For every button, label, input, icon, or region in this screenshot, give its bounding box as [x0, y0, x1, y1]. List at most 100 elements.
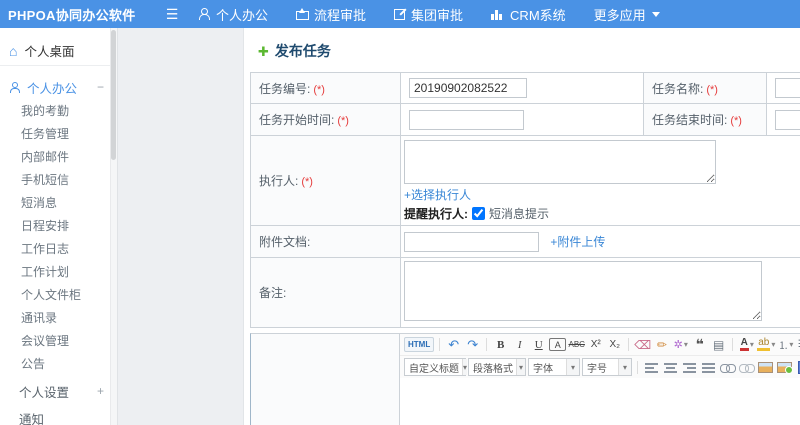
end-time-label-cell: 任务结束时间: (*) — [643, 103, 767, 136]
task-content-label-cell — [250, 333, 400, 425]
format-brush-icon[interactable]: ✏ — [653, 336, 670, 353]
sidebar-item-internal-mail[interactable]: 内部邮件 — [0, 146, 117, 169]
top-menu-group-approval[interactable]: 集团审批 — [394, 5, 463, 24]
undo-icon[interactable]: ↶ — [445, 336, 462, 353]
align-right-button[interactable] — [681, 359, 698, 376]
insert-image-button[interactable] — [757, 359, 774, 376]
subscript-button[interactable]: X₂ — [606, 336, 623, 353]
caret-down-icon: ▾ — [618, 359, 631, 375]
bold-button[interactable]: B — [492, 336, 509, 353]
required-mark: (*) — [301, 176, 313, 188]
redo-icon[interactable]: ↷ — [464, 336, 481, 353]
required-mark: (*) — [730, 115, 742, 127]
unlink-icon — [739, 363, 755, 373]
sidebar-item-notice[interactable]: 通知 — [0, 406, 117, 425]
image-upload-icon — [777, 361, 793, 374]
upload-image-button[interactable] — [776, 359, 793, 376]
sidebar-item-work-log[interactable]: 工作日志 — [0, 238, 117, 261]
end-time-input[interactable] — [775, 109, 800, 130]
attachment-value-cell: +附件上传 — [400, 225, 800, 258]
sms-tip-checkbox[interactable] — [472, 207, 485, 220]
top-menu-personal-office[interactable]: 个人办公 — [198, 5, 268, 24]
sidebar-group-personal-office[interactable]: 个人办公 − — [0, 74, 117, 100]
attachment-input[interactable] — [404, 232, 539, 252]
sidebar-item-task-management[interactable]: 任务管理 — [0, 123, 117, 146]
align-center-button[interactable] — [662, 359, 679, 376]
sidebar-item-announcement[interactable]: 公告 — [0, 353, 117, 376]
sms-tip-label: 短消息提示 — [489, 207, 550, 221]
font-background-button[interactable]: A — [549, 338, 567, 351]
underline-button[interactable]: U — [530, 336, 547, 353]
insert-link-button[interactable] — [719, 359, 736, 376]
caret-down-icon: ▾ — [789, 340, 794, 349]
font-size-select[interactable]: 字号 ▾ — [582, 358, 632, 376]
select-label: 字体 — [533, 363, 553, 375]
align-justify-button[interactable] — [700, 359, 717, 376]
toolbar-separator — [628, 338, 630, 351]
sidebar-item-schedule[interactable]: 日程安排 — [0, 215, 117, 238]
caret-down-icon: ▾ — [749, 340, 754, 349]
sidebar-item-attendance[interactable]: 我的考勤 — [0, 100, 117, 123]
sidebar-scrollbar[interactable] — [110, 28, 117, 425]
remove-link-button[interactable] — [738, 359, 755, 376]
italic-button[interactable]: I — [511, 336, 528, 353]
toolbar-separator — [439, 338, 441, 351]
executor-value-cell: +选择执行人 提醒执行人: 短消息提示 — [400, 135, 800, 226]
remark-textarea[interactable] — [404, 261, 762, 321]
task-name-input[interactable] — [775, 78, 800, 98]
sidebar-scrollbar-thumb[interactable] — [111, 30, 116, 160]
sidebar-item-file-cabinet[interactable]: 个人文件柜 — [0, 284, 117, 307]
sidebar-item-desktop[interactable]: ⌂ 个人桌面 — [0, 36, 117, 66]
top-menu-crm[interactable]: CRM系统 — [491, 5, 566, 24]
select-label: 字号 — [587, 363, 607, 375]
align-left-button[interactable] — [643, 359, 660, 376]
align-justify-icon — [702, 362, 715, 373]
start-time-input[interactable] — [409, 109, 524, 130]
auto-typeset-icon[interactable]: ✲ ▾ — [672, 336, 689, 353]
eraser-icon[interactable]: ⌫ — [634, 336, 651, 353]
caret-down-icon — [651, 11, 660, 17]
flow-approve-icon — [296, 7, 310, 20]
editor-content-area[interactable] — [400, 378, 800, 425]
font-color-button[interactable]: A ▾ — [738, 336, 755, 353]
blockquote-icon[interactable]: ❝ — [691, 336, 708, 353]
highlighter-button[interactable]: ab ▾ — [757, 336, 775, 353]
top-menu-label: 集团审批 — [411, 7, 464, 23]
sidebar-group-personal-settings[interactable]: 个人设置 + — [0, 379, 117, 403]
strikethrough-button[interactable]: ABC — [568, 336, 585, 353]
top-menu-more-apps[interactable]: 更多应用 — [594, 5, 660, 24]
toolbar-separator — [732, 338, 734, 351]
sidebar-item-meeting[interactable]: 会议管理 — [0, 330, 117, 353]
editor-toolbar-row2: 自定义标题 ▾ 段落格式 ▾ 字体 ▾ 字号 ▾ — [400, 356, 800, 378]
hamburger-menu-icon[interactable]: ☰ — [162, 6, 182, 23]
top-menu-flow-approval[interactable]: 流程审批 — [296, 5, 366, 24]
custom-title-select[interactable]: 自定义标题 ▾ — [404, 358, 468, 376]
sidebar-item-mobile-sms[interactable]: 手机短信 — [0, 169, 117, 192]
rich-text-editor: HTML ↶ ↷ B I U A ABC X² X₂ ⌫ ✏ ✲ ▾ ❝ ▤ A… — [400, 333, 800, 425]
collapse-icon[interactable]: − — [97, 80, 104, 94]
task-no-input[interactable] — [409, 78, 527, 98]
unordered-list-button[interactable]: ☰▾ — [796, 336, 800, 353]
topbar: PHPOA协同办公软件 ☰ 个人办公 流程审批 集团审批 CRM系统 更多应用 — [0, 0, 800, 28]
ordered-list-button[interactable]: ⒈ ▾ — [777, 336, 794, 353]
sidebar-group-label: 个人办公 — [27, 81, 78, 96]
attachment-upload-link[interactable]: +附件上传 — [550, 233, 605, 250]
html-source-button[interactable]: HTML — [404, 337, 435, 352]
highlighter-glyph: ab — [757, 338, 771, 351]
sidebar-item-contacts[interactable]: 通讯录 — [0, 307, 117, 330]
paste-icon[interactable]: ▤ — [710, 336, 727, 353]
sidebar-item-work-plan[interactable]: 工作计划 — [0, 261, 117, 284]
executor-textarea[interactable] — [404, 140, 716, 184]
attachment-label: 附件文档: — [259, 235, 311, 249]
caret-down-icon: ▾ — [516, 359, 525, 375]
insert-media-button[interactable] — [795, 359, 800, 376]
superscript-button[interactable]: X² — [587, 336, 604, 353]
caret-down-icon: ▾ — [462, 359, 468, 375]
publish-task-form: 任务编号:(*) 任务名称:(*) 任务开始时间:(*) 任务结束时间:(*) … — [250, 72, 800, 328]
top-menu-label: CRM系统 — [510, 7, 566, 23]
font-family-select[interactable]: 字体 ▾ — [528, 358, 580, 376]
sidebar-item-short-message[interactable]: 短消息 — [0, 192, 117, 215]
select-executor-link[interactable]: +选择执行人 — [404, 186, 471, 203]
paragraph-format-select[interactable]: 段落格式 ▾ — [468, 358, 526, 376]
expand-icon[interactable]: + — [97, 384, 104, 398]
